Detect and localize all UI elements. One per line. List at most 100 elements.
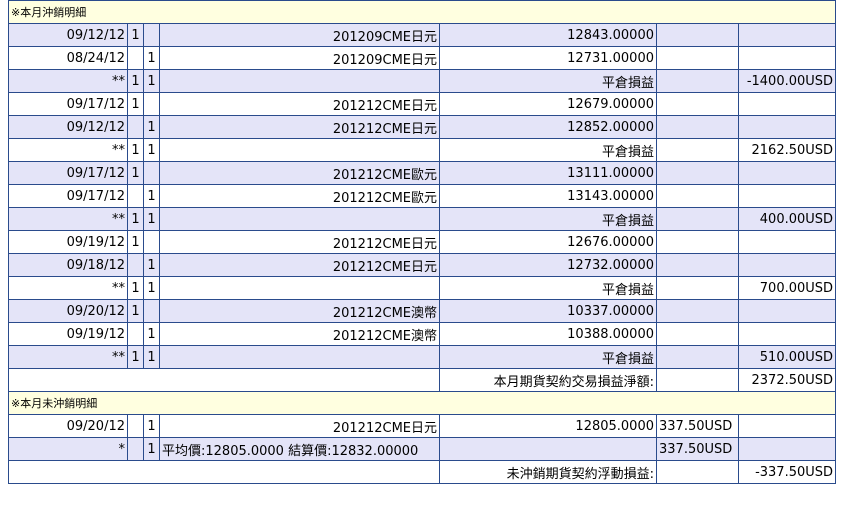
contract-desc: 201209CME日元 <box>159 46 440 70</box>
trade-date: 09/20/12 <box>8 299 128 323</box>
sell-qty: 1 <box>143 253 160 277</box>
price: 13111.00000 <box>439 161 657 185</box>
amount <box>737 115 837 139</box>
price: 12731.00000 <box>439 46 657 70</box>
buy-qty: 1 <box>127 69 144 93</box>
price: 平倉損益 <box>439 207 657 231</box>
open-pnl <box>656 161 739 185</box>
open-pnl <box>656 345 739 369</box>
buy-qty <box>127 414 144 438</box>
sell-qty: 1 <box>143 345 160 369</box>
open-total-value: -337.50USD <box>737 460 837 484</box>
closed-trade-row: 09/17/12 1 201212CME歐元 13143.00000 <box>8 184 837 208</box>
buy-qty: 1 <box>127 23 144 47</box>
closed-trade-row: 09/19/12 1 201212CME日元 12676.00000 <box>8 230 837 254</box>
trade-date: 09/17/12 <box>8 184 128 208</box>
trade-date: ** <box>8 69 128 93</box>
section-title-open: ※本月未沖銷明細 <box>7 391 837 415</box>
amount: 2162.50USD <box>737 138 837 162</box>
trade-date: ** <box>8 138 128 162</box>
price: 平倉損益 <box>439 69 657 93</box>
buy-qty <box>127 322 144 346</box>
open-total-row: 未沖銷期貨契約浮動損益: -337.50USD <box>8 460 837 484</box>
buy-qty <box>127 115 144 139</box>
amount <box>737 437 837 461</box>
open-pnl <box>656 322 739 346</box>
statement-container: ※本月沖銷明細 09/12/12 1 201209CME日元 12843.00000 0… <box>0 0 843 510</box>
price: 平倉損益 <box>439 138 657 162</box>
trade-date: 09/12/12 <box>8 115 128 139</box>
closed-trade-row: 09/20/12 1 201212CME澳幣 10337.00000 <box>8 299 837 323</box>
contract-desc: 201209CME日元 <box>159 23 440 47</box>
amount <box>737 92 837 116</box>
price: 12805.0000 <box>439 414 657 438</box>
price: 12676.00000 <box>439 230 657 254</box>
open-pnl <box>656 69 739 93</box>
sell-qty <box>143 230 160 254</box>
sell-qty: 1 <box>143 207 160 231</box>
contract-desc: 201212CME澳幣 <box>159 322 440 346</box>
trade-date: 09/17/12 <box>8 161 128 185</box>
closed-trade-row: ** 1 1 平倉損益 510.00USD <box>8 345 837 369</box>
buy-qty: 1 <box>127 92 144 116</box>
closed-trade-row: 09/19/12 1 201212CME澳幣 10388.00000 <box>8 322 837 346</box>
amount: -1400.00USD <box>737 69 837 93</box>
contract-desc <box>159 345 440 369</box>
buy-qty: 1 <box>127 161 144 185</box>
open-pnl <box>656 207 739 231</box>
sell-qty: 1 <box>143 322 160 346</box>
trade-date: 09/19/12 <box>8 322 128 346</box>
price: 12679.00000 <box>439 92 657 116</box>
amount <box>737 322 837 346</box>
contract-desc: 201212CME歐元 <box>159 184 440 208</box>
closed-trade-row: ** 1 1 平倉損益 -1400.00USD <box>8 69 837 93</box>
sell-qty <box>143 299 160 323</box>
sell-qty <box>143 23 160 47</box>
closed-trade-row: 09/17/12 1 201212CME歐元 13111.00000 <box>8 161 837 185</box>
buy-qty <box>127 46 144 70</box>
sell-qty <box>143 92 160 116</box>
open-position-summary-row: * 1 平均價:12805.0000 結算價:12832.00000 337.5… <box>8 437 837 461</box>
price: 10388.00000 <box>439 322 657 346</box>
contract-desc <box>159 138 440 162</box>
open-pnl <box>656 138 739 162</box>
amount: 700.00USD <box>737 276 837 300</box>
buy-qty: 1 <box>127 299 144 323</box>
price: 平倉損益 <box>439 276 657 300</box>
sell-qty <box>143 161 160 185</box>
trade-date: 09/20/12 <box>8 414 128 438</box>
closed-trade-row: ** 1 1 平倉損益 2162.50USD <box>8 138 837 162</box>
sell-qty: 1 <box>143 69 160 93</box>
trade-date: 09/19/12 <box>8 230 128 254</box>
sell-qty: 1 <box>143 184 160 208</box>
contract-desc: 201212CME日元 <box>159 230 440 254</box>
amount: 510.00USD <box>737 345 837 369</box>
trade-date: 09/17/12 <box>8 92 128 116</box>
buy-qty <box>127 437 144 461</box>
trade-date: * <box>8 437 128 461</box>
open-pnl: 337.50USD <box>656 414 739 438</box>
price: 12852.00000 <box>439 115 657 139</box>
open-pnl <box>656 253 739 277</box>
contract-desc: 201212CME日元 <box>159 253 440 277</box>
price: 12843.00000 <box>439 23 657 47</box>
buy-qty: 1 <box>127 138 144 162</box>
open-pnl <box>656 276 739 300</box>
price: 平倉損益 <box>439 345 657 369</box>
price: 13143.00000 <box>439 184 657 208</box>
buy-qty <box>127 253 144 277</box>
trade-date: 09/12/12 <box>8 23 128 47</box>
trade-date: 08/24/12 <box>8 46 128 70</box>
open-pnl <box>656 299 739 323</box>
buy-qty <box>127 184 144 208</box>
buy-qty: 1 <box>127 230 144 254</box>
trade-date: ** <box>8 345 128 369</box>
contract-desc <box>159 207 440 231</box>
closed-trade-row: 09/12/12 1 201212CME日元 12852.00000 <box>8 115 837 139</box>
closed-trade-row: ** 1 1 平倉損益 700.00USD <box>8 276 837 300</box>
avg-settle-price: 平均價:12805.0000 結算價:12832.00000 <box>159 437 440 461</box>
open-pnl <box>656 23 739 47</box>
futures-statement-table: ※本月沖銷明細 09/12/12 1 201209CME日元 12843.00000 0… <box>7 0 837 484</box>
amount <box>737 161 837 185</box>
closed-trade-row: 08/24/12 1 201209CME日元 12731.00000 <box>8 46 837 70</box>
